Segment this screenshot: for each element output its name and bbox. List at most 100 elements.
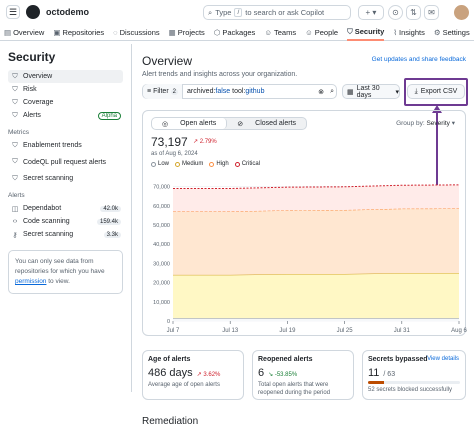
chevron-down-icon: ▾	[395, 88, 399, 96]
alpha-badge: Alpha	[97, 111, 121, 120]
tab-label: Packages	[222, 28, 256, 37]
bypass-progress	[368, 381, 460, 384]
legend-label: High	[216, 161, 229, 167]
tab-teams[interactable]: ☺ Teams	[264, 25, 296, 41]
legend-marker-icon	[234, 161, 240, 167]
tab-people[interactable]: ☺ People	[305, 25, 338, 41]
sidebar-item-secret-scanning[interactable]: ⛉ Secret scanning	[8, 172, 123, 185]
permission-note: You can only see data from repositories …	[8, 250, 123, 294]
count-badge: 42.0k	[100, 205, 121, 212]
total-date: as of Aug 6, 2024	[151, 151, 198, 157]
card-title: Age of alerts	[148, 356, 191, 363]
view-details-link[interactable]: View details	[427, 356, 459, 362]
card-title: Reopened alerts	[258, 356, 313, 363]
date-range-select[interactable]: ▦ Last 30 days ▾	[342, 84, 400, 99]
filter-button[interactable]: ≡ Filter 2	[143, 84, 183, 99]
card-subtext: 52 secrets blocked successfully	[368, 387, 453, 393]
sidebar-item-code-scanning[interactable]: ‹› Code scanning 159.4k	[8, 215, 123, 228]
person-icon: ☺	[305, 28, 313, 37]
sidebar-item-label: CodeQL pull request alerts	[23, 158, 107, 166]
sidebar-item-enablement-trends[interactable]: ⛉ Enablement trends	[8, 139, 123, 152]
alerts-heading: Alerts	[8, 192, 25, 199]
legend-item-critical: Critical	[234, 161, 260, 167]
alerts-trend-card: ◎ Open alerts ⊘ Closed alerts Group by: Se…	[142, 110, 467, 336]
tab-label: Security	[354, 27, 385, 36]
filter-count: 2	[170, 88, 178, 95]
sidebar-item-label: Coverage	[23, 99, 54, 106]
tab-packages[interactable]: ⬡ Packages	[214, 25, 256, 41]
org-name[interactable]: octodemo	[46, 7, 89, 17]
create-new-button[interactable]: + ▾	[358, 5, 384, 20]
legend-label: Medium	[182, 161, 204, 167]
metrics-heading: Metrics	[8, 129, 29, 136]
legend-label: Low	[158, 161, 170, 167]
avatar[interactable]	[454, 5, 469, 20]
search-icon[interactable]: ⌕	[330, 88, 334, 96]
tab-insights[interactable]: ⌇ Insights	[393, 25, 425, 41]
gear-icon: ⚙	[433, 28, 441, 37]
tab-overview[interactable]: ▤ Overview	[4, 25, 44, 41]
reopened-alerts-card: Reopened alerts 6 ↘ -53.85% Total open al…	[252, 350, 354, 400]
card-value: 11	[368, 367, 380, 379]
permission-link[interactable]: permission	[15, 278, 46, 285]
sidebar-item-alerts[interactable]: ⛉ Alerts Alpha	[8, 109, 123, 122]
issues-icon[interactable]: ⊙	[388, 5, 403, 20]
sidebar-item-dependabot[interactable]: ◫ Dependabot 42.0k	[8, 202, 123, 215]
sidebar-title: Security	[8, 50, 56, 64]
highlight-box	[404, 78, 468, 106]
y-tick-label: 10,000	[153, 300, 170, 306]
y-tick-label: 30,000	[153, 261, 170, 267]
sidebar-item-secret-scanning[interactable]: ⚷ Secret scanning 3.3k	[8, 228, 123, 241]
feedback-link[interactable]: Get updates and share feedback	[372, 56, 466, 63]
tab-discussions[interactable]: ◌ Discussions	[113, 25, 159, 41]
card-delta: ↘ -53.85%	[268, 372, 298, 378]
code-icon: ‹›	[12, 218, 18, 225]
clear-filter-icon[interactable]: ⊗	[318, 88, 324, 96]
search-input[interactable]: ⌕ Type / to search or ask Copilot	[203, 5, 351, 20]
page-title: Overview	[142, 54, 193, 68]
shield-icon: ⛉	[12, 111, 18, 119]
age-of-alerts-card: Age of alerts 486 days ↗ 3.62% Average ag…	[142, 350, 244, 400]
tab-projects[interactable]: ▦ Projects	[169, 25, 205, 41]
filter-bar[interactable]: ≡ Filter 2 archived:false tool:github ⊗ …	[142, 84, 337, 99]
tab-repositories[interactable]: ▣ Repositories	[53, 25, 104, 41]
calendar-icon: ▦	[347, 88, 354, 96]
inbox-icon[interactable]: ✉	[424, 5, 439, 20]
shield-icon: ⛉	[12, 85, 18, 93]
sidebar-item-overview[interactable]: ⛉ Overview	[8, 70, 123, 83]
graph-icon: ⛉	[12, 174, 18, 182]
sidebar-item-label: Overview	[23, 73, 53, 80]
tab-label: Teams	[273, 28, 297, 37]
tab-closed-alerts[interactable]: ⊘ Closed alerts	[227, 118, 306, 129]
group-by-select[interactable]: Group by: Severity ▾	[396, 119, 455, 127]
sidebar-item-label: Alerts	[23, 112, 41, 119]
remediation-heading: Remediation	[142, 416, 199, 427]
pull-requests-icon[interactable]: ⇅	[406, 5, 421, 20]
graph-icon: ⌇	[393, 28, 398, 37]
shield-check-icon: ⛉	[12, 98, 18, 106]
github-logo-icon[interactable]	[26, 5, 40, 19]
page-subtitle: Alert trends and insights across your or…	[142, 71, 298, 78]
card-value-total: / 63	[383, 371, 396, 378]
tab-security[interactable]: ⛉ Security	[347, 25, 385, 41]
x-tick-label: Jul 7	[167, 328, 180, 334]
x-tick-label: Jul 19	[279, 328, 296, 334]
y-tick-label: 60,000	[153, 204, 170, 210]
area-high	[173, 208, 459, 275]
sidebar-item-coverage[interactable]: ⛉ Coverage	[8, 96, 123, 109]
menu-icon[interactable]: ☰	[6, 5, 20, 19]
sidebar-item-codeql-pull-request-alerts[interactable]: ⛉ CodeQL pull request alerts	[8, 152, 123, 172]
tab-open-alerts[interactable]: ◎ Open alerts	[152, 118, 228, 129]
legend-item-low: Low	[151, 161, 169, 167]
filter-query[interactable]: archived:false tool:github	[183, 88, 264, 95]
sidebar-item-risk[interactable]: ⛉ Risk	[8, 83, 123, 96]
card-subtext: Total open alerts that were reopened dur…	[258, 382, 331, 396]
card-delta: ↗ 3.62%	[196, 372, 221, 378]
x-tick-label: Aug 6	[451, 328, 467, 334]
tab-settings[interactable]: ⚙ Settings	[434, 25, 470, 41]
open-alerts-total: 73,197	[151, 135, 188, 149]
repo-icon: ▣	[53, 28, 61, 37]
legend-item-medium: Medium	[175, 161, 203, 167]
sidebar-item-label: Secret scanning	[23, 231, 74, 238]
alert-state-toggle: ◎ Open alerts ⊘ Closed alerts	[151, 117, 308, 130]
